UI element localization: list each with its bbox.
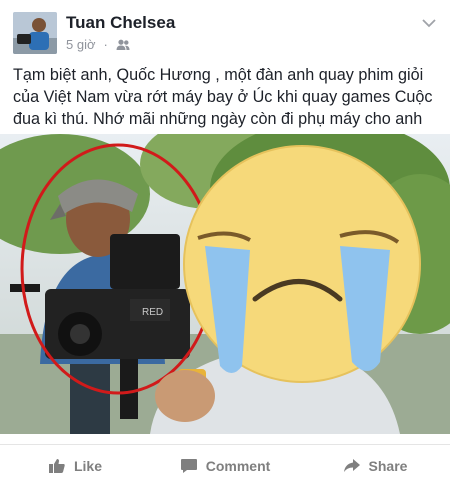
post-photo[interactable]: RED	[0, 134, 450, 434]
post-time[interactable]: 5 giờ	[66, 37, 96, 52]
crying-emoji-icon	[183, 145, 421, 383]
avatar[interactable]	[13, 12, 57, 54]
chevron-down-icon[interactable]	[420, 16, 438, 30]
like-button[interactable]: Like	[0, 445, 150, 486]
comment-label: Comment	[205, 457, 271, 474]
post-header: Tuan Chelsea 5 giờ ·	[0, 0, 450, 60]
share-button[interactable]: Share	[300, 445, 450, 486]
post-actions: Like Comment Share	[0, 444, 450, 486]
post-text: Tạm biệt anh, Quốc Hương , một đàn anh q…	[13, 66, 433, 128]
share-label: Share	[368, 457, 408, 474]
separator-dot: ·	[103, 37, 108, 52]
comment-icon	[180, 458, 197, 473]
like-label: Like	[73, 457, 102, 474]
author-name[interactable]: Tuan Chelsea	[66, 13, 175, 33]
post-card: Tuan Chelsea 5 giờ · Tạm biệt anh, Quốc …	[0, 0, 450, 494]
share-icon	[343, 458, 360, 472]
thumbs-up-icon	[48, 458, 65, 473]
friends-icon[interactable]	[116, 39, 130, 51]
camera-brand: RED	[142, 307, 163, 318]
post-meta: 5 giờ ·	[66, 37, 130, 52]
comment-button[interactable]: Comment	[150, 445, 300, 486]
